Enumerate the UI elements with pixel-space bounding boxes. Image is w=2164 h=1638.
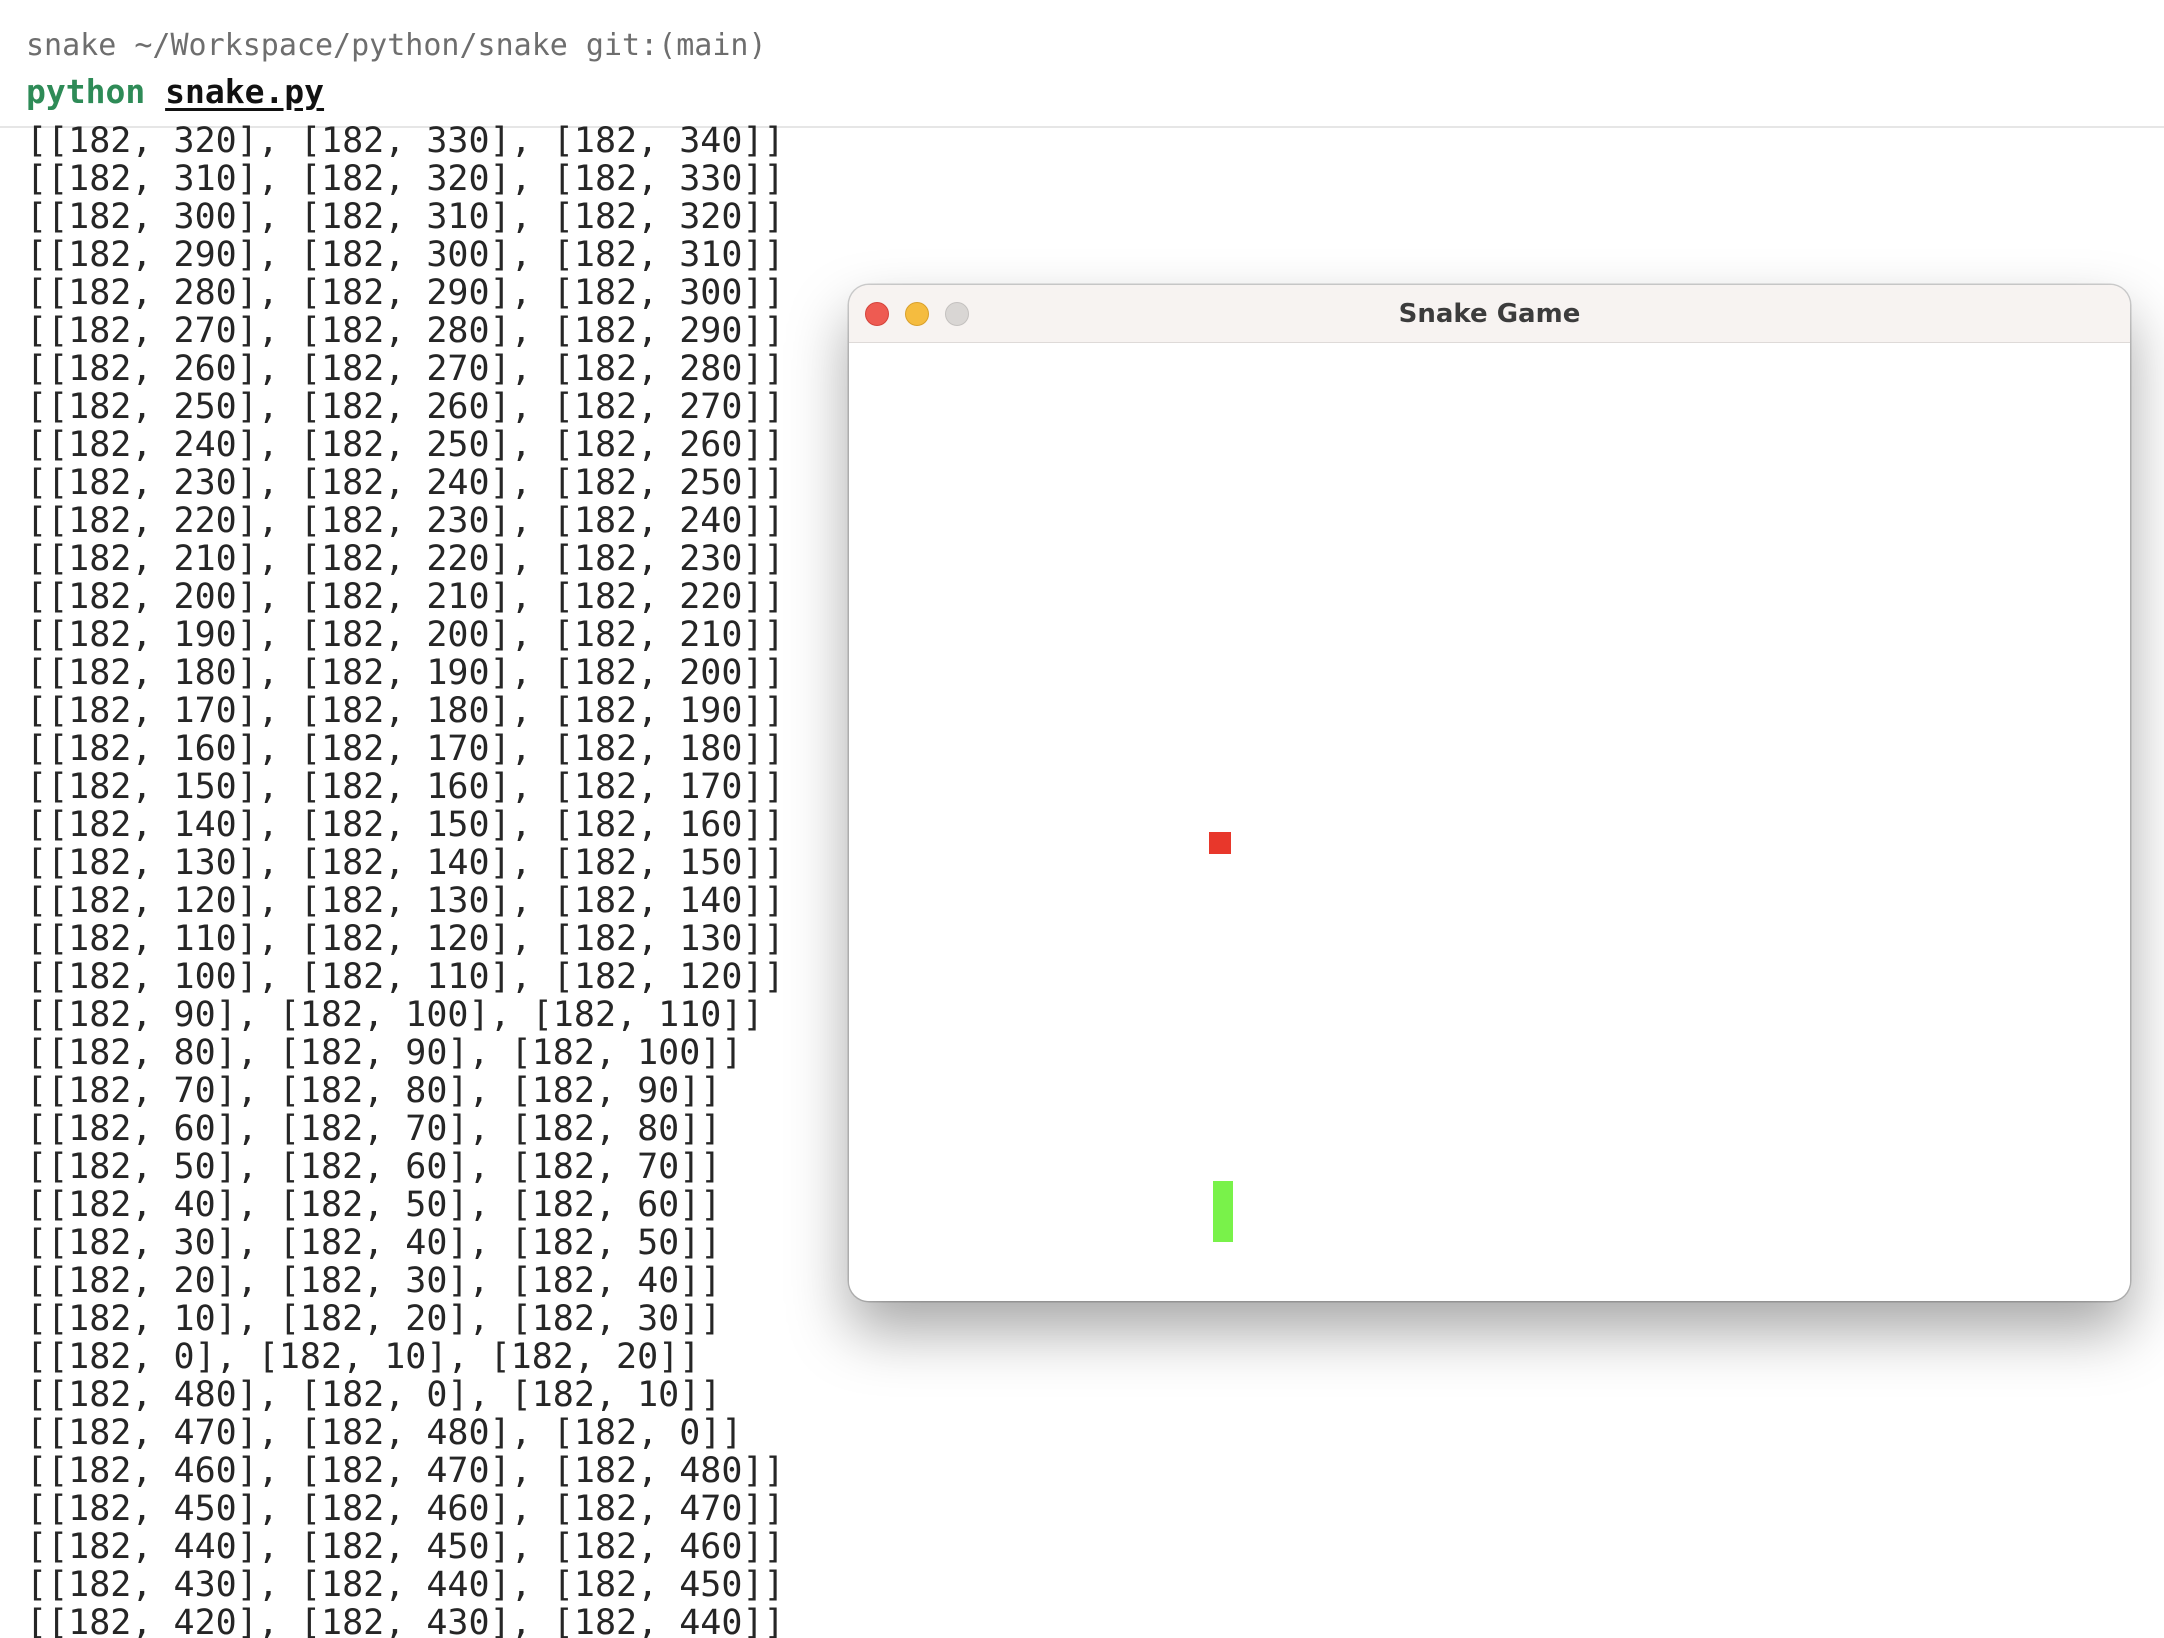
output-line: [[182, 90], [182, 100], [182, 110]] bbox=[26, 995, 764, 1035]
output-line: [[182, 10], [182, 20], [182, 30]] bbox=[26, 1299, 722, 1339]
output-line: [[182, 20], [182, 30], [182, 40]] bbox=[26, 1261, 722, 1301]
output-line: [[182, 0], [182, 10], [182, 20]] bbox=[26, 1337, 701, 1377]
snake-body bbox=[1213, 1181, 1233, 1242]
command-argument[interactable]: snake.py bbox=[165, 72, 324, 111]
window-titlebar[interactable]: Snake Game bbox=[849, 285, 2130, 343]
output-line: [[182, 240], [182, 250], [182, 260]] bbox=[26, 425, 785, 465]
output-line: [[182, 40], [182, 50], [182, 60]] bbox=[26, 1185, 722, 1225]
output-line: [[182, 430], [182, 440], [182, 450]] bbox=[26, 1565, 785, 1605]
prompt-cwd: snake ~/Workspace/python/snake git:(main… bbox=[26, 28, 767, 63]
output-line: [[182, 450], [182, 460], [182, 470]] bbox=[26, 1489, 785, 1529]
output-line: [[182, 50], [182, 60], [182, 70]] bbox=[26, 1147, 722, 1187]
output-line: [[182, 80], [182, 90], [182, 100]] bbox=[26, 1033, 743, 1073]
output-line: [[182, 470], [182, 480], [182, 0]] bbox=[26, 1413, 743, 1453]
output-line: [[182, 440], [182, 450], [182, 460]] bbox=[26, 1527, 785, 1567]
terminal-prompt-header: snake ~/Workspace/python/snake git:(main… bbox=[0, 0, 2164, 128]
output-line: [[182, 70], [182, 80], [182, 90]] bbox=[26, 1071, 722, 1111]
output-line: [[182, 200], [182, 210], [182, 220]] bbox=[26, 577, 785, 617]
food-square bbox=[1209, 832, 1231, 854]
output-line: [[182, 190], [182, 200], [182, 210]] bbox=[26, 615, 785, 655]
output-line: [[182, 480], [182, 0], [182, 10]] bbox=[26, 1375, 722, 1415]
output-line: [[182, 180], [182, 190], [182, 200]] bbox=[26, 653, 785, 693]
output-line: [[182, 460], [182, 470], [182, 480]] bbox=[26, 1451, 785, 1491]
output-line: [[182, 270], [182, 280], [182, 290]] bbox=[26, 311, 785, 351]
output-line: [[182, 130], [182, 140], [182, 150]] bbox=[26, 843, 785, 883]
prompt-command-line: python snake.py bbox=[26, 70, 324, 114]
close-window-button[interactable] bbox=[865, 302, 889, 326]
output-line: [[182, 310], [182, 320], [182, 330]] bbox=[26, 159, 785, 199]
command-name: python bbox=[26, 72, 146, 111]
zoom-window-button[interactable] bbox=[945, 302, 969, 326]
output-line: [[182, 250], [182, 260], [182, 270]] bbox=[26, 387, 785, 427]
output-line: [[182, 160], [182, 170], [182, 180]] bbox=[26, 729, 785, 769]
snake-game-window[interactable]: Snake Game bbox=[849, 285, 2130, 1301]
output-line: [[182, 420], [182, 430], [182, 440]] bbox=[26, 1603, 785, 1638]
terminal-output: [[182, 320], [182, 330], [182, 340]] [[18… bbox=[26, 122, 846, 1638]
output-line: [[182, 60], [182, 70], [182, 80]] bbox=[26, 1109, 722, 1149]
output-line: [[182, 260], [182, 270], [182, 280]] bbox=[26, 349, 785, 389]
output-line: [[182, 170], [182, 180], [182, 190]] bbox=[26, 691, 785, 731]
minimize-window-button[interactable] bbox=[905, 302, 929, 326]
output-line: [[182, 140], [182, 150], [182, 160]] bbox=[26, 805, 785, 845]
output-line: [[182, 100], [182, 110], [182, 120]] bbox=[26, 957, 785, 997]
output-line: [[182, 220], [182, 230], [182, 240]] bbox=[26, 501, 785, 541]
output-line: [[182, 30], [182, 40], [182, 50]] bbox=[26, 1223, 722, 1263]
output-line: [[182, 110], [182, 120], [182, 130]] bbox=[26, 919, 785, 959]
output-line: [[182, 120], [182, 130], [182, 140]] bbox=[26, 881, 785, 921]
output-line: [[182, 230], [182, 240], [182, 250]] bbox=[26, 463, 785, 503]
output-line: [[182, 150], [182, 160], [182, 170]] bbox=[26, 767, 785, 807]
game-canvas bbox=[849, 343, 2130, 1301]
output-line: [[182, 210], [182, 220], [182, 230]] bbox=[26, 539, 785, 579]
output-line: [[182, 300], [182, 310], [182, 320]] bbox=[26, 197, 785, 237]
output-line: [[182, 320], [182, 330], [182, 340]] bbox=[26, 122, 785, 161]
output-line: [[182, 280], [182, 290], [182, 300]] bbox=[26, 273, 785, 313]
output-line: [[182, 290], [182, 300], [182, 310]] bbox=[26, 235, 785, 275]
window-title: Snake Game bbox=[1398, 299, 1581, 329]
